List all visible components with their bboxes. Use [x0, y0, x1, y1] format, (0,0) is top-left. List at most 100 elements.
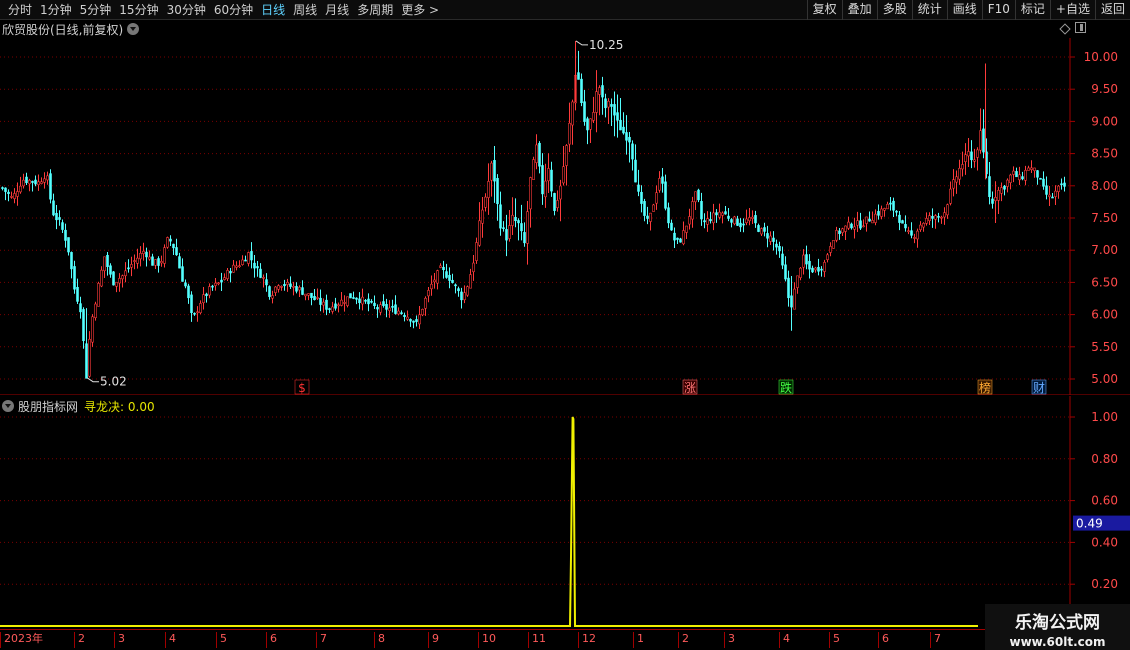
- candle-body: [694, 191, 697, 203]
- period-tab-8[interactable]: 月线: [321, 0, 353, 20]
- candle-body: [430, 283, 433, 290]
- candle-body: [1060, 183, 1063, 186]
- candle-body: [1000, 187, 1003, 194]
- indicator-tick-label: 0.20: [1091, 577, 1118, 591]
- candle-body: [184, 282, 187, 287]
- candle-body: [976, 149, 979, 158]
- candlestick-chart[interactable]: 5.00 5.50 6.00 6.50 7.00 7.50 8.00 8.50 9.00 9.50…: [0, 20, 1130, 395]
- candle-body: [958, 167, 961, 180]
- candle-body: [442, 266, 445, 271]
- candle-body: [952, 179, 955, 189]
- period-tab-4[interactable]: 30分钟: [163, 0, 210, 20]
- candle-body: [934, 215, 937, 220]
- event-marker-1[interactable]: 涨: [682, 379, 698, 395]
- candle-body: [802, 254, 805, 268]
- candle-body: [955, 176, 958, 183]
- candle-body: [1054, 190, 1057, 197]
- candle-body: [490, 162, 493, 181]
- candle-body: [979, 130, 982, 151]
- toolbar-button-0[interactable]: 复权: [806, 0, 842, 20]
- candle-body: [1042, 178, 1045, 187]
- period-tab-3[interactable]: 15分钟: [115, 0, 162, 20]
- candle-body: [895, 210, 898, 213]
- candle-body: [208, 286, 211, 296]
- candle-body: [367, 298, 370, 305]
- candle-body: [256, 266, 259, 269]
- toolbar-button-6[interactable]: 标记: [1014, 0, 1050, 20]
- toolbar-button-2[interactable]: 多股: [876, 0, 912, 20]
- watermark: 乐淘公式网 www.60lt.com: [985, 604, 1130, 650]
- watermark-brand: 乐淘公式网: [1015, 613, 1100, 633]
- period-tab-6[interactable]: 日线: [257, 0, 289, 20]
- candle-body: [946, 204, 949, 216]
- candle-body: [19, 185, 22, 193]
- candle-body: [859, 220, 862, 229]
- candle-body: [115, 281, 118, 287]
- period-tab-0[interactable]: 分时: [4, 0, 36, 20]
- toolbar-button-3[interactable]: 统计: [911, 0, 947, 20]
- candle-body: [67, 237, 70, 253]
- period-tab-2[interactable]: 5分钟: [76, 0, 116, 20]
- toolbar-button-1[interactable]: 叠加: [841, 0, 877, 20]
- event-marker-0[interactable]: $: [294, 379, 310, 395]
- candle-body: [70, 252, 73, 270]
- candle-body: [445, 271, 448, 278]
- candle-body: [1015, 171, 1018, 178]
- candle-body: [937, 216, 940, 218]
- watermark-url: www.60lt.com: [1009, 635, 1106, 649]
- candle-body: [829, 246, 832, 253]
- candle-body: [355, 297, 358, 300]
- candle-body: [127, 267, 130, 270]
- price-tick-label: 6.00: [1091, 308, 1118, 322]
- candle-body: [196, 311, 199, 314]
- candle-body: [532, 159, 535, 180]
- candle-body: [109, 265, 112, 275]
- toolbar-button-8[interactable]: 返回: [1094, 0, 1130, 20]
- period-tab-10[interactable]: 更多 >: [397, 0, 443, 20]
- candle-body: [757, 225, 760, 232]
- candle-body: [1012, 170, 1015, 175]
- date-tick-label: 8: [374, 632, 385, 648]
- candle-body: [205, 293, 208, 297]
- toolbar-button-5[interactable]: F10: [981, 0, 1015, 20]
- candle-body: [268, 286, 271, 297]
- candle-body: [733, 216, 736, 225]
- candle-body: [403, 314, 406, 317]
- candle-body: [22, 179, 25, 187]
- candle-body: [649, 212, 652, 222]
- candle-body: [556, 200, 559, 208]
- candle-body: [670, 222, 673, 231]
- candle-body: [718, 211, 721, 218]
- price-tick-label: 5.50: [1091, 340, 1118, 354]
- candle-body: [682, 230, 685, 245]
- event-marker-label: 榜: [979, 380, 991, 395]
- candle-body: [418, 314, 421, 325]
- period-tab-1[interactable]: 1分钟: [36, 0, 76, 20]
- candle-body: [511, 214, 514, 226]
- event-marker-4[interactable]: 财: [1031, 379, 1047, 395]
- candle-body: [484, 196, 487, 208]
- toolbar-button-4[interactable]: 画线: [946, 0, 982, 20]
- candle-body: [382, 301, 385, 306]
- event-marker-2[interactable]: 跌: [778, 379, 794, 395]
- candle-body: [613, 104, 616, 116]
- candle-body: [253, 262, 256, 269]
- candle-body: [832, 240, 835, 249]
- candle-body: [703, 220, 706, 223]
- indicator-chart[interactable]: 1.00 0.80 0.60 0.40 0.20 0.49: [0, 396, 1130, 629]
- candle-body: [145, 251, 148, 258]
- candle-body: [637, 184, 640, 192]
- candle-body: [199, 303, 202, 314]
- candle-body: [400, 312, 403, 314]
- candle-body: [688, 216, 691, 225]
- period-tab-7[interactable]: 周线: [289, 0, 321, 20]
- period-tab-5[interactable]: 60分钟: [210, 0, 257, 20]
- candle-body: [931, 215, 934, 219]
- candle-body: [292, 286, 295, 288]
- toolbar-button-7[interactable]: +自选: [1049, 0, 1095, 20]
- event-marker-3[interactable]: 榜: [977, 379, 993, 395]
- candle-body: [481, 209, 484, 224]
- candle-body: [310, 292, 313, 298]
- period-tab-9[interactable]: 多周期: [353, 0, 397, 20]
- candle-body: [745, 218, 748, 223]
